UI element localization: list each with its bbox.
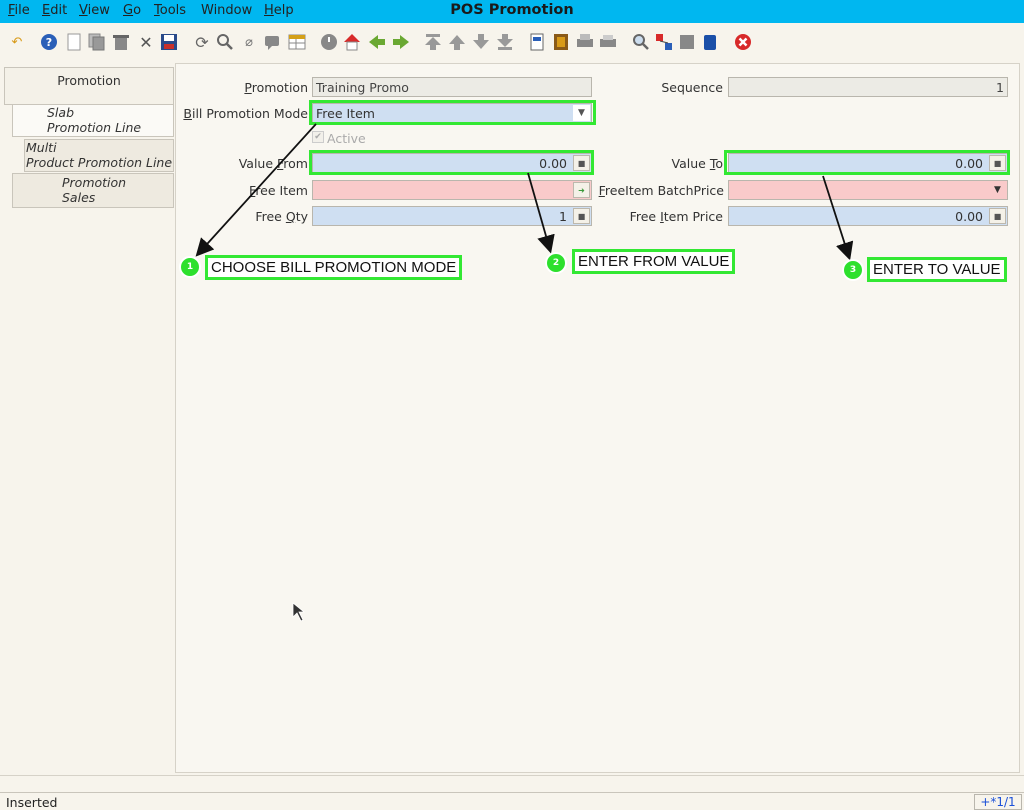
find-icon[interactable] xyxy=(216,33,234,51)
next-record-icon[interactable] xyxy=(472,33,490,51)
tab-label-line2: Sales xyxy=(62,190,96,205)
value-from-field[interactable]: 0.00 ■ xyxy=(312,153,592,173)
value-to-field[interactable]: 0.00 ■ xyxy=(728,153,1008,173)
new-record-icon[interactable] xyxy=(65,33,83,51)
active-workflows-icon[interactable] xyxy=(655,33,673,51)
calculator-icon[interactable]: ■ xyxy=(573,208,590,224)
free-item-field[interactable]: ➜ xyxy=(312,180,592,200)
report-icon[interactable] xyxy=(528,33,546,51)
free-qty-label: Free Qty xyxy=(255,209,308,224)
status-message: Inserted xyxy=(6,795,58,810)
calculator-icon[interactable]: ■ xyxy=(989,155,1006,171)
tab-label-line1: Promotion xyxy=(62,175,127,190)
refresh-icon[interactable]: ⟳ xyxy=(193,33,211,52)
free-qty-value: 1 xyxy=(559,209,567,224)
tab-label-line1: Multi xyxy=(26,140,57,155)
menu-view[interactable]: View xyxy=(79,3,110,18)
tab-label-line1: Slab xyxy=(47,105,75,120)
calculator-icon[interactable]: ■ xyxy=(989,208,1006,224)
tab-label-line2: Promotion Line xyxy=(47,120,142,135)
bill-promotion-mode-select[interactable]: Free Item ▼ xyxy=(312,103,592,123)
svg-text:?: ? xyxy=(46,36,52,49)
product-info-icon[interactable] xyxy=(701,33,719,51)
active-checkbox[interactable]: ✔ xyxy=(312,131,324,143)
status-divider xyxy=(0,775,1024,792)
callout-choose-bill-promotion-mode: CHOOSE BILL PROMOTION MODE xyxy=(205,255,463,280)
chat-icon[interactable] xyxy=(264,33,282,51)
detail-icon[interactable] xyxy=(392,33,410,51)
tab-label-line2: Product Promotion Line xyxy=(26,155,173,170)
callout-enter-to-value: ENTER TO VALUE xyxy=(867,257,1007,282)
close-window-icon[interactable] xyxy=(734,33,752,51)
value-from-value: 0.00 xyxy=(539,156,567,171)
menu-bar: File Edit View Go Tools Window Help POS … xyxy=(0,0,1024,23)
save-icon[interactable] xyxy=(160,33,178,51)
free-qty-field[interactable]: 1 ■ xyxy=(312,206,592,226)
step-1-badge: 1 xyxy=(179,256,201,278)
bill-promotion-mode-label: Bill Promotion Mode xyxy=(183,106,308,121)
value-to-label: Value To xyxy=(671,156,723,171)
menu-go[interactable]: Go xyxy=(123,3,141,18)
tab-promotion-sales[interactable]: Promotion Sales xyxy=(12,173,174,208)
tab-multi-product-promotion-line[interactable]: Multi Product Promotion Line xyxy=(24,139,174,172)
chevron-down-icon[interactable]: ▼ xyxy=(989,182,1006,198)
step-3-badge: 3 xyxy=(842,259,864,281)
delete-selection-icon[interactable]: ✕ xyxy=(137,33,155,52)
delete-icon[interactable] xyxy=(112,33,130,51)
value-to-value: 0.00 xyxy=(955,156,983,171)
menu-file[interactable]: File xyxy=(8,3,30,18)
sequence-field[interactable]: 1 xyxy=(728,77,1008,97)
tab-promotion[interactable]: Promotion xyxy=(4,67,174,105)
print-icon[interactable] xyxy=(599,33,617,51)
freeitem-batchprice-select[interactable]: ▼ xyxy=(728,180,1008,200)
chevron-down-icon[interactable]: ▼ xyxy=(573,105,590,121)
calculator-icon[interactable]: ■ xyxy=(573,155,590,171)
tab-slab-promotion-line[interactable]: Slab Promotion Line xyxy=(12,104,174,137)
active-label: Active xyxy=(327,131,366,146)
promotion-field[interactable]: Training Promo xyxy=(312,77,592,97)
request-icon[interactable] xyxy=(678,33,696,51)
print-preview-icon[interactable] xyxy=(576,33,594,51)
history-icon[interactable] xyxy=(320,33,338,51)
sequence-label: Sequence xyxy=(661,80,723,95)
free-item-label: Free Item xyxy=(249,183,308,198)
zoom-across-icon[interactable] xyxy=(632,33,650,51)
status-bar: Inserted +*1/1 xyxy=(0,792,1024,810)
copy-record-icon[interactable] xyxy=(88,33,106,51)
undo-icon[interactable]: ↶ xyxy=(8,33,26,51)
parent-icon[interactable] xyxy=(368,33,386,51)
menu-window[interactable]: Window xyxy=(201,3,252,18)
last-record-icon[interactable] xyxy=(496,33,514,51)
tab-list: Promotion Slab Promotion Line Multi Prod… xyxy=(0,63,175,775)
help-icon[interactable]: ? xyxy=(40,33,58,51)
menu-edit[interactable]: Edit xyxy=(42,3,67,18)
free-item-price-value: 0.00 xyxy=(955,209,983,224)
tab-promotion-label: Promotion xyxy=(57,73,121,88)
freeitem-batchprice-label: FreeItem BatchPrice xyxy=(598,183,724,198)
callout-enter-from-value: ENTER FROM VALUE xyxy=(572,249,736,274)
first-record-icon[interactable] xyxy=(424,33,442,51)
record-indicator[interactable]: +*1/1 xyxy=(974,794,1022,810)
archive-icon[interactable] xyxy=(552,33,570,51)
step-2-badge: 2 xyxy=(545,252,567,274)
attachment-icon[interactable]: ⌀ xyxy=(240,33,258,51)
home-icon[interactable] xyxy=(343,33,361,51)
toolbar: ↶ ? ✕ ⟳ ⌀ xyxy=(0,23,1024,63)
promotion-label: Promotion xyxy=(244,80,308,95)
bill-promotion-mode-value: Free Item xyxy=(316,106,375,121)
menu-help[interactable]: Help xyxy=(264,3,294,18)
grid-toggle-icon[interactable] xyxy=(288,33,306,51)
menu-tools[interactable]: Tools xyxy=(154,3,186,18)
search-icon[interactable]: ➜ xyxy=(573,182,590,198)
value-from-label: Value From xyxy=(238,156,308,171)
free-item-price-label: Free Item Price xyxy=(629,209,723,224)
previous-record-icon[interactable] xyxy=(448,33,466,51)
free-item-price-field[interactable]: 0.00 ■ xyxy=(728,206,1008,226)
